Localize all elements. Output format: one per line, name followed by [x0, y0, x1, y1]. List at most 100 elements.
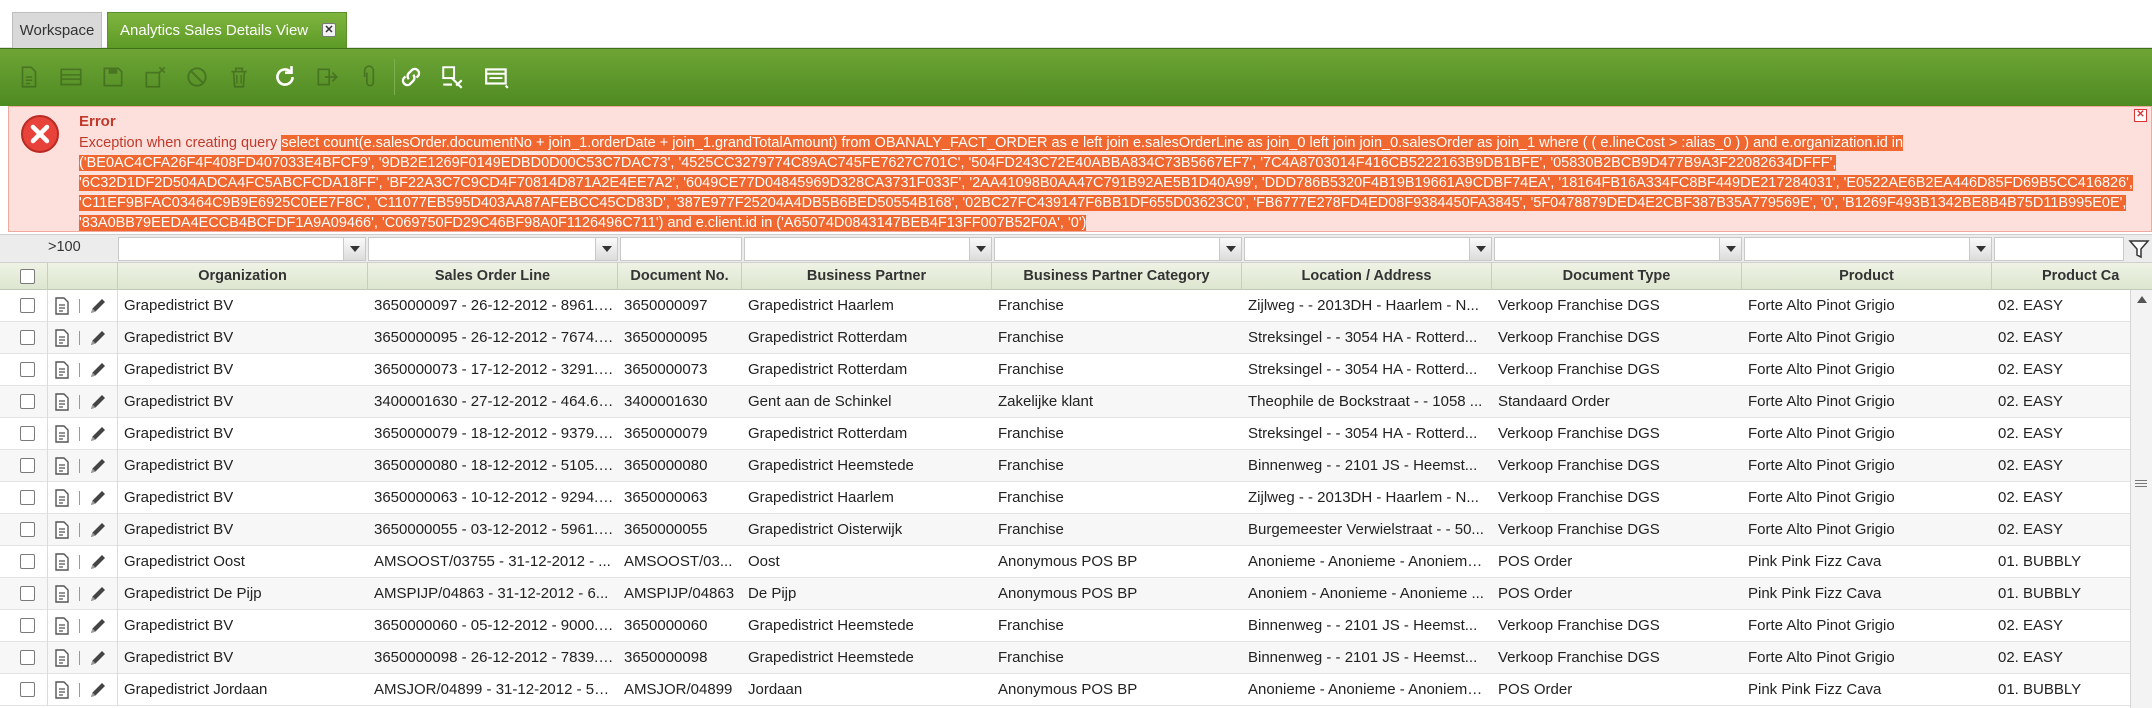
edit-pencil-icon[interactable]	[89, 553, 107, 571]
column-header-product[interactable]: Product	[1742, 263, 1992, 290]
chevron-down-icon[interactable]	[343, 238, 365, 260]
table-row[interactable]: Grapedistrict BV 3650000079 - 18-12-2012 …	[0, 418, 2130, 450]
edit-pencil-icon[interactable]	[89, 585, 107, 603]
table-row[interactable]: Grapedistrict BV 3400001630 - 27-12-2012 …	[0, 386, 2130, 418]
row-checkbox[interactable]	[20, 618, 35, 633]
close-tab-icon[interactable]: ✕	[322, 23, 336, 37]
grid-view-button[interactable]	[52, 58, 90, 96]
open-record-icon[interactable]	[53, 361, 71, 379]
tab-workspace[interactable]: Workspace	[12, 12, 102, 48]
filter-bp-category[interactable]	[994, 237, 1242, 261]
row-checkbox[interactable]	[20, 522, 35, 537]
close-error-icon[interactable]: ✕	[2134, 109, 2147, 122]
chevron-down-icon[interactable]	[1219, 238, 1241, 260]
filter-organization[interactable]	[118, 237, 366, 261]
open-record-icon[interactable]	[53, 617, 71, 635]
open-record-icon[interactable]	[53, 585, 71, 603]
filter-sales-order-line[interactable]	[368, 237, 618, 261]
new-document-button[interactable]	[10, 58, 48, 96]
table-row[interactable]: Grapedistrict BV 3650000060 - 05-12-2012 …	[0, 610, 2130, 642]
row-checkbox[interactable]	[20, 554, 35, 569]
edit-pencil-icon[interactable]	[89, 393, 107, 411]
open-record-icon[interactable]	[53, 489, 71, 507]
window-layout-button[interactable]	[478, 58, 516, 96]
row-checkbox[interactable]	[20, 298, 35, 313]
funnel-icon[interactable]	[2128, 238, 2150, 260]
table-row[interactable]: Grapedistrict BV 3650000073 - 17-12-2012 …	[0, 354, 2130, 386]
filter-product[interactable]	[1744, 237, 1992, 261]
link-button[interactable]	[392, 58, 430, 96]
row-checkbox[interactable]	[20, 650, 35, 665]
column-header-document-type[interactable]: Document Type	[1492, 263, 1742, 290]
error-query-selected[interactable]: select count(e.salesOrder.documentNo + j…	[79, 135, 2133, 231]
open-record-icon[interactable]	[53, 425, 71, 443]
vertical-scrollbar[interactable]	[2130, 290, 2152, 708]
table-row[interactable]: Grapedistrict BV 3650000095 - 26-12-2012 …	[0, 322, 2130, 354]
column-header-organization[interactable]: Organization	[118, 263, 368, 290]
table-row[interactable]: Grapedistrict Jordaan AMSJOR/04899 - 31-1…	[0, 674, 2130, 706]
column-header-sales-order-line[interactable]: Sales Order Line	[368, 263, 618, 290]
row-checkbox[interactable]	[20, 330, 35, 345]
delete-new-button[interactable]	[136, 58, 174, 96]
scrollbar-thumb[interactable]	[2135, 480, 2147, 490]
edit-pencil-icon[interactable]	[89, 617, 107, 635]
chevron-down-icon[interactable]	[1469, 238, 1491, 260]
table-row[interactable]: Grapedistrict BV 3650000097 - 26-12-2012 …	[0, 290, 2130, 322]
row-checkbox[interactable]	[20, 490, 35, 505]
row-checkbox[interactable]	[20, 682, 35, 697]
edit-pencil-icon[interactable]	[89, 489, 107, 507]
open-record-icon[interactable]	[53, 681, 71, 699]
column-header-business-partner[interactable]: Business Partner	[742, 263, 992, 290]
open-record-icon[interactable]	[53, 329, 71, 347]
export-button[interactable]	[308, 58, 346, 96]
scroll-up-arrow-icon[interactable]	[2137, 296, 2147, 303]
open-record-icon[interactable]	[53, 457, 71, 475]
edit-pencil-icon[interactable]	[89, 521, 107, 539]
open-record-icon[interactable]	[53, 297, 71, 315]
edit-pencil-icon[interactable]	[89, 649, 107, 667]
edit-pencil-icon[interactable]	[89, 297, 107, 315]
column-header-bp-category[interactable]: Business Partner Category	[992, 263, 1242, 290]
filter-location[interactable]	[1244, 237, 1492, 261]
chevron-down-icon[interactable]	[1969, 238, 1991, 260]
customize-tools-button[interactable]	[434, 58, 472, 96]
open-record-icon[interactable]	[53, 553, 71, 571]
row-checkbox[interactable]	[20, 426, 35, 441]
chevron-down-icon[interactable]	[595, 238, 617, 260]
select-all-checkbox[interactable]	[20, 269, 35, 284]
edit-pencil-icon[interactable]	[89, 425, 107, 443]
open-record-icon[interactable]	[53, 393, 71, 411]
table-row[interactable]: Grapedistrict BV 3650000063 - 10-12-2012 …	[0, 482, 2130, 514]
refresh-button[interactable]	[266, 58, 304, 96]
tab-analytics-sales-details[interactable]: Analytics Sales Details View ✕	[107, 12, 347, 48]
chevron-down-icon[interactable]	[969, 238, 991, 260]
table-row[interactable]: Grapedistrict De Pijp AMSPIJP/04863 - 31-…	[0, 578, 2130, 610]
open-record-icon[interactable]	[53, 521, 71, 539]
edit-pencil-icon[interactable]	[89, 361, 107, 379]
table-row[interactable]: Grapedistrict BV 3650000080 - 18-12-2012 …	[0, 450, 2130, 482]
filter-document-no[interactable]	[620, 237, 742, 261]
grid-view-icon	[60, 68, 82, 86]
edit-pencil-icon[interactable]	[89, 457, 107, 475]
column-header-product-category[interactable]: Product Ca	[1992, 263, 2152, 290]
edit-pencil-icon[interactable]	[89, 329, 107, 347]
attachment-button[interactable]	[350, 58, 388, 96]
save-button[interactable]	[94, 58, 132, 96]
chevron-down-icon[interactable]	[1719, 238, 1741, 260]
filter-business-partner[interactable]	[744, 237, 992, 261]
undo-button[interactable]	[178, 58, 216, 96]
table-row[interactable]: Grapedistrict Oost AMSOOST/03755 - 31-12-…	[0, 546, 2130, 578]
edit-pencil-icon[interactable]	[89, 681, 107, 699]
filter-product-category[interactable]	[1994, 237, 2124, 261]
table-row[interactable]: Grapedistrict BV 3650000055 - 03-12-2012 …	[0, 514, 2130, 546]
row-checkbox[interactable]	[20, 394, 35, 409]
delete-button[interactable]	[220, 58, 258, 96]
row-checkbox[interactable]	[20, 458, 35, 473]
filter-document-type[interactable]	[1494, 237, 1742, 261]
table-row[interactable]: Grapedistrict BV 3650000098 - 26-12-2012 …	[0, 642, 2130, 674]
column-header-document-no[interactable]: Document No.	[618, 263, 742, 290]
column-header-location[interactable]: Location / Address	[1242, 263, 1492, 290]
row-checkbox[interactable]	[20, 362, 35, 377]
open-record-icon[interactable]	[53, 649, 71, 667]
row-checkbox[interactable]	[20, 586, 35, 601]
